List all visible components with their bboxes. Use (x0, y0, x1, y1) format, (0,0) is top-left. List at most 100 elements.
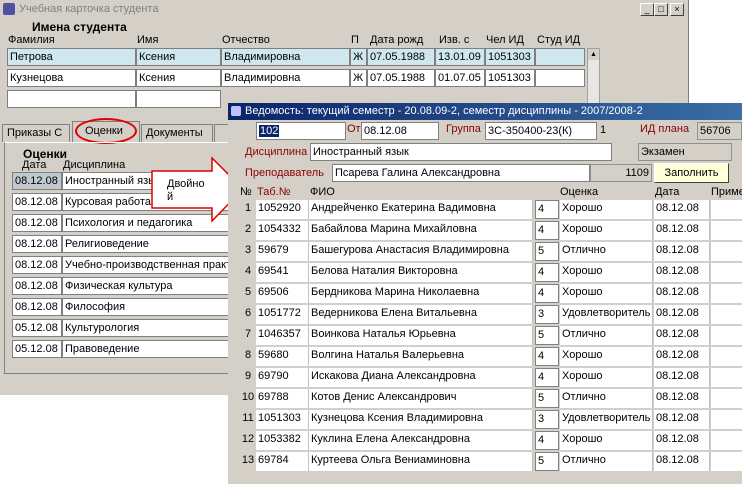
grade-date[interactable]: 08.12.08 (12, 193, 62, 211)
fill-button[interactable]: Заполнить (654, 163, 729, 183)
students-scrollbar[interactable]: ▲ (587, 48, 600, 108)
row-tab-number[interactable]: 69784 (256, 452, 309, 471)
empty-cell[interactable] (136, 90, 221, 108)
row-date[interactable]: 08.12.08 (654, 347, 710, 366)
row-fio[interactable]: Куртеева Ольга Вениаминовна (309, 452, 533, 471)
row-grade[interactable]: Хорошо (560, 263, 653, 282)
row-grade[interactable]: Хорошо (560, 221, 653, 240)
row-tab-number[interactable]: 69541 (256, 263, 309, 282)
grade-discipline[interactable]: Культурология (62, 319, 232, 337)
row-tab-number[interactable]: 59680 (256, 347, 309, 366)
sheet-no-field[interactable]: 102 (256, 122, 346, 140)
row-tab-number[interactable]: 1051772 (256, 305, 309, 324)
row-score[interactable]: 4 (535, 200, 559, 219)
student-stud-id[interactable] (535, 48, 585, 66)
grade-discipline[interactable]: Правоведение (62, 340, 232, 358)
row-score[interactable]: 5 (535, 452, 559, 471)
row-grade[interactable]: Хорошо (560, 284, 653, 303)
grade-date[interactable]: 08.12.08 (12, 235, 62, 253)
grade-discipline[interactable]: Физическая культура (62, 277, 232, 295)
row-grade[interactable]: Хорошо (560, 368, 653, 387)
row-score[interactable]: 3 (535, 305, 559, 324)
row-score[interactable]: 4 (535, 221, 559, 240)
row-note[interactable] (711, 326, 742, 345)
empty-cell[interactable] (7, 90, 136, 108)
row-date[interactable]: 08.12.08 (654, 389, 710, 408)
row-tab-number[interactable]: 1046357 (256, 326, 309, 345)
grade-date[interactable]: 08.12.08 (12, 214, 62, 232)
row-tab-number[interactable]: 1051303 (256, 410, 309, 429)
row-fio[interactable]: Котов Денис Александрович (309, 389, 533, 408)
row-date[interactable]: 08.12.08 (654, 326, 710, 345)
discipline-field[interactable]: Иностранный язык (310, 143, 612, 161)
row-fio[interactable]: Куклина Елена Александровна (309, 431, 533, 450)
student-person-id[interactable]: 1051303 (485, 48, 535, 66)
row-grade[interactable]: Удовлетворитель (560, 410, 653, 429)
grade-date[interactable]: 08.12.08 (12, 256, 62, 274)
student-lastname[interactable]: Кузнецова (7, 69, 136, 87)
row-note[interactable] (711, 347, 742, 366)
row-note[interactable] (711, 221, 742, 240)
row-tab-number[interactable]: 69788 (256, 389, 309, 408)
row-note[interactable] (711, 242, 742, 261)
row-tab-number[interactable]: 1052920 (256, 200, 309, 219)
grade-date[interactable]: 08.12.08 (12, 298, 62, 316)
close-button[interactable]: × (670, 3, 684, 16)
row-tab-number[interactable]: 69506 (256, 284, 309, 303)
row-grade[interactable]: Отлично (560, 452, 653, 471)
row-note[interactable] (711, 305, 742, 324)
student-since[interactable]: 13.01.09 (435, 48, 485, 66)
row-date[interactable]: 08.12.08 (654, 410, 710, 429)
row-grade[interactable]: Хорошо (560, 200, 653, 219)
row-grade[interactable]: Отлично (560, 389, 653, 408)
tab-documents[interactable]: Документы (141, 124, 213, 142)
sheet-group-field[interactable]: 3С-350400-23(К) (485, 122, 597, 140)
row-grade[interactable]: Хорошо (560, 347, 653, 366)
row-fio[interactable]: Бердникова Марина Николаевна (309, 284, 533, 303)
row-score[interactable]: 4 (535, 263, 559, 282)
student-middlename[interactable]: Владимировна (221, 69, 350, 87)
row-fio[interactable]: Башегурова Анастасия Владимировна (309, 242, 533, 261)
row-date[interactable]: 08.12.08 (654, 368, 710, 387)
row-date[interactable]: 08.12.08 (654, 431, 710, 450)
row-fio[interactable]: Кузнецова Ксения Владимировна (309, 410, 533, 429)
row-note[interactable] (711, 410, 742, 429)
row-score[interactable]: 5 (535, 326, 559, 345)
row-score[interactable]: 5 (535, 389, 559, 408)
row-grade[interactable]: Хорошо (560, 431, 653, 450)
grade-discipline[interactable]: Учебно-производственная практика (62, 256, 232, 274)
sheet-date-field[interactable]: 08.12.08 (361, 122, 439, 140)
row-score[interactable]: 4 (535, 347, 559, 366)
row-fio[interactable]: Воинкова Наталья Юрьевна (309, 326, 533, 345)
row-score[interactable]: 4 (535, 431, 559, 450)
grade-date[interactable]: 08.12.08 (12, 277, 62, 295)
row-grade[interactable]: Удовлетворитель (560, 305, 653, 324)
row-grade[interactable]: Отлично (560, 242, 653, 261)
row-date[interactable]: 08.12.08 (654, 263, 710, 282)
row-note[interactable] (711, 452, 742, 471)
row-date[interactable]: 08.12.08 (654, 305, 710, 324)
row-fio[interactable]: Бабайлова Марина Михайловна (309, 221, 533, 240)
student-firstname[interactable]: Ксения (136, 48, 221, 66)
student-person-id[interactable]: 1051303 (485, 69, 535, 87)
student-sex[interactable]: Ж (350, 69, 367, 87)
grade-discipline[interactable]: Философия (62, 298, 232, 316)
row-note[interactable] (711, 284, 742, 303)
row-note[interactable] (711, 263, 742, 282)
row-date[interactable]: 08.12.08 (654, 452, 710, 471)
row-fio[interactable]: Белова Наталия Викторовна (309, 263, 533, 282)
row-date[interactable]: 08.12.08 (654, 221, 710, 240)
grade-date[interactable]: 05.12.08 (12, 319, 62, 337)
student-birthdate[interactable]: 07.05.1988 (367, 69, 435, 87)
row-note[interactable] (711, 368, 742, 387)
grade-discipline[interactable]: Религиоведение (62, 235, 232, 253)
row-date[interactable]: 08.12.08 (654, 284, 710, 303)
grade-date[interactable]: 08.12.08 (12, 172, 62, 190)
row-fio[interactable]: Волгина Наталья Валерьевна (309, 347, 533, 366)
row-grade[interactable]: Отлично (560, 326, 653, 345)
teacher-field[interactable]: Псарева Галина Александровна (332, 164, 590, 182)
student-sex[interactable]: Ж (350, 48, 367, 66)
scroll-up-arrow[interactable]: ▲ (588, 49, 599, 60)
student-since[interactable]: 01.07.05 (435, 69, 485, 87)
row-fio[interactable]: Андрейченко Екатерина Вадимовна (309, 200, 533, 219)
